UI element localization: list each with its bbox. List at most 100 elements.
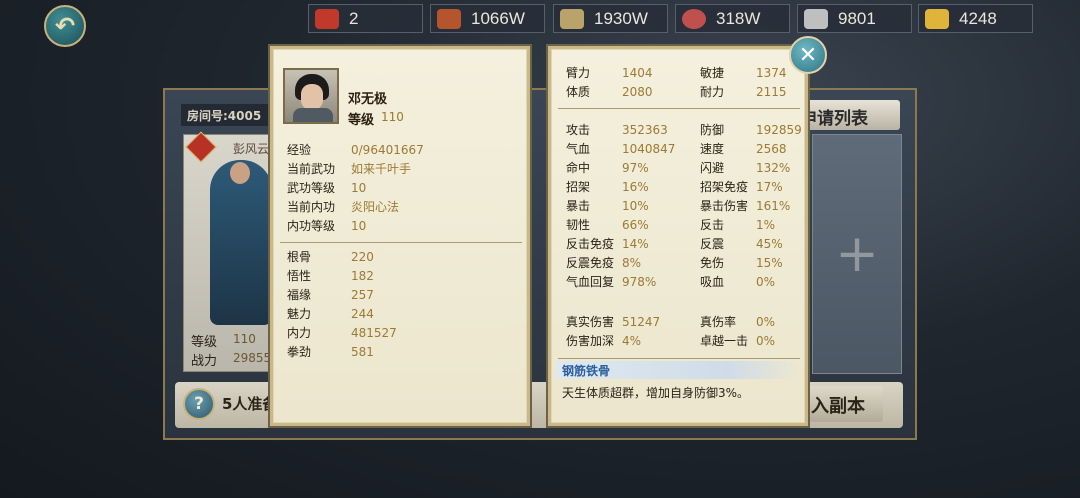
stat-value: 10% bbox=[622, 199, 649, 213]
attr-value: 220 bbox=[351, 250, 374, 264]
stat-label: 暴击伤害 bbox=[700, 199, 749, 213]
stat-value: 978% bbox=[622, 275, 657, 289]
question-icon: ? bbox=[194, 394, 204, 414]
stat-label: 反击免疫 bbox=[566, 237, 615, 251]
attr-label: 内力 bbox=[287, 326, 312, 340]
stat-label: 免伤 bbox=[700, 256, 725, 270]
stat-value: 16% bbox=[622, 180, 649, 194]
info-value: 如来千叶手 bbox=[351, 162, 412, 176]
stat-row: 臂力 1404 敏捷 1374 bbox=[566, 64, 787, 83]
resource-silver: 9801 bbox=[797, 4, 912, 33]
hero-level-label: 等级 bbox=[348, 113, 375, 128]
stat-row: 反击免疫 14% 反震 45% bbox=[566, 235, 783, 254]
attr-label: 拳劲 bbox=[287, 345, 312, 359]
info-value: 炎阳心法 bbox=[351, 200, 400, 214]
stat-value: 14% bbox=[622, 237, 649, 251]
stat-row: 气血 1040847 速度 2568 bbox=[566, 140, 787, 159]
token-icon bbox=[315, 8, 339, 29]
stat-value: 2080 bbox=[622, 85, 653, 99]
hero-info-row: 经验 0/96401667 bbox=[287, 141, 424, 160]
attr-label: 魅力 bbox=[287, 307, 312, 321]
stat-label: 反震免疫 bbox=[566, 256, 615, 270]
stat-label: 命中 bbox=[566, 161, 591, 175]
info-value: 10 bbox=[351, 181, 367, 195]
stat-value: 352363 bbox=[622, 123, 668, 137]
stat-row: 伤害加深 4% 卓越一击 0% bbox=[566, 332, 775, 351]
stat-label: 吸血 bbox=[700, 275, 725, 289]
attr-value: 182 bbox=[351, 269, 374, 283]
help-button[interactable]: ? bbox=[183, 388, 215, 420]
attr-value: 257 bbox=[351, 288, 374, 302]
player-power-value: 29855 bbox=[233, 351, 271, 365]
player-figure-head bbox=[230, 162, 250, 184]
resource-gold: 4248 bbox=[918, 4, 1033, 33]
player-level-value: 110 bbox=[233, 332, 256, 346]
player-figure bbox=[210, 160, 272, 325]
info-label: 内功等级 bbox=[287, 219, 336, 233]
stat-value: 161% bbox=[756, 199, 791, 213]
resource-token: 2 bbox=[308, 4, 423, 33]
divider bbox=[558, 108, 800, 109]
resource-wood: 1066W bbox=[430, 4, 545, 33]
resource-cloth: 1930W bbox=[553, 4, 668, 33]
hero-info-row: 内功等级 10 bbox=[287, 217, 366, 236]
resource-ore: 318W bbox=[675, 4, 790, 33]
hero-info-row: 当前内功 炎阳心法 bbox=[287, 198, 399, 217]
hero-portrait bbox=[283, 68, 339, 124]
resource-token-value: 2 bbox=[349, 8, 359, 28]
attr-label: 福缘 bbox=[287, 288, 312, 302]
divider bbox=[558, 358, 800, 359]
stat-label: 韧性 bbox=[566, 218, 591, 232]
stat-value: 4% bbox=[622, 334, 642, 348]
stat-label: 敏捷 bbox=[700, 66, 725, 80]
stat-label: 暴击 bbox=[566, 199, 591, 213]
stat-value: 132% bbox=[756, 161, 791, 175]
stat-value: 17% bbox=[756, 180, 783, 194]
room-number: 房间号:4005 bbox=[181, 104, 281, 126]
empty-slot[interactable]: + bbox=[812, 134, 902, 374]
close-icon: ✕ bbox=[798, 42, 818, 68]
close-button[interactable]: ✕ bbox=[789, 36, 827, 74]
hero-attr-row: 福缘 257 bbox=[287, 286, 374, 305]
info-label: 武功等级 bbox=[287, 181, 336, 195]
hero-attr-row: 根骨 220 bbox=[287, 248, 374, 267]
hero-info-row: 武功等级 10 bbox=[287, 179, 366, 198]
info-label: 当前内功 bbox=[287, 200, 336, 214]
hero-attr-row: 内力 481527 bbox=[287, 324, 397, 343]
stat-value: 66% bbox=[622, 218, 649, 232]
resource-wood-value: 1066W bbox=[471, 8, 525, 28]
stat-label: 反击 bbox=[700, 218, 725, 232]
stat-label: 臂力 bbox=[566, 66, 591, 80]
stat-label: 反震 bbox=[700, 237, 725, 251]
stat-label: 速度 bbox=[700, 142, 725, 156]
stat-label: 招架 bbox=[566, 180, 591, 194]
cloth-icon bbox=[560, 8, 584, 29]
stat-value: 1040847 bbox=[622, 142, 676, 156]
gold-ingot-icon bbox=[925, 8, 949, 29]
player-name: 彭风云 bbox=[233, 142, 270, 156]
hero-info-row: 当前武功 如来千叶手 bbox=[287, 160, 411, 179]
enter-dungeon-button[interactable]: 入副本 bbox=[795, 386, 883, 422]
info-value: 10 bbox=[351, 219, 367, 233]
attr-value: 244 bbox=[351, 307, 374, 321]
stat-label: 伤害加深 bbox=[566, 334, 615, 348]
stat-value: 2568 bbox=[756, 142, 787, 156]
stat-row: 攻击 352363 防御 192859 bbox=[566, 121, 802, 140]
resource-ore-value: 318W bbox=[716, 8, 761, 28]
attr-value: 481527 bbox=[351, 326, 397, 340]
info-value: 0/96401667 bbox=[351, 143, 424, 157]
stat-value: 192859 bbox=[756, 123, 802, 137]
stat-value: 1374 bbox=[756, 66, 787, 80]
attr-label: 悟性 bbox=[287, 269, 312, 283]
stat-value: 15% bbox=[756, 256, 783, 270]
stat-value: 1% bbox=[756, 218, 776, 232]
ore-icon bbox=[682, 8, 706, 29]
stat-value: 51247 bbox=[622, 315, 661, 329]
stat-value: 0% bbox=[756, 275, 776, 289]
stat-row: 命中 97% 闪避 132% bbox=[566, 159, 790, 178]
stat-value: 2115 bbox=[756, 85, 787, 99]
back-button[interactable]: ↶ bbox=[44, 5, 86, 47]
stat-row: 气血回复 978% 吸血 0% bbox=[566, 273, 775, 292]
silver-icon bbox=[804, 8, 828, 29]
stat-label: 气血回复 bbox=[566, 275, 615, 289]
